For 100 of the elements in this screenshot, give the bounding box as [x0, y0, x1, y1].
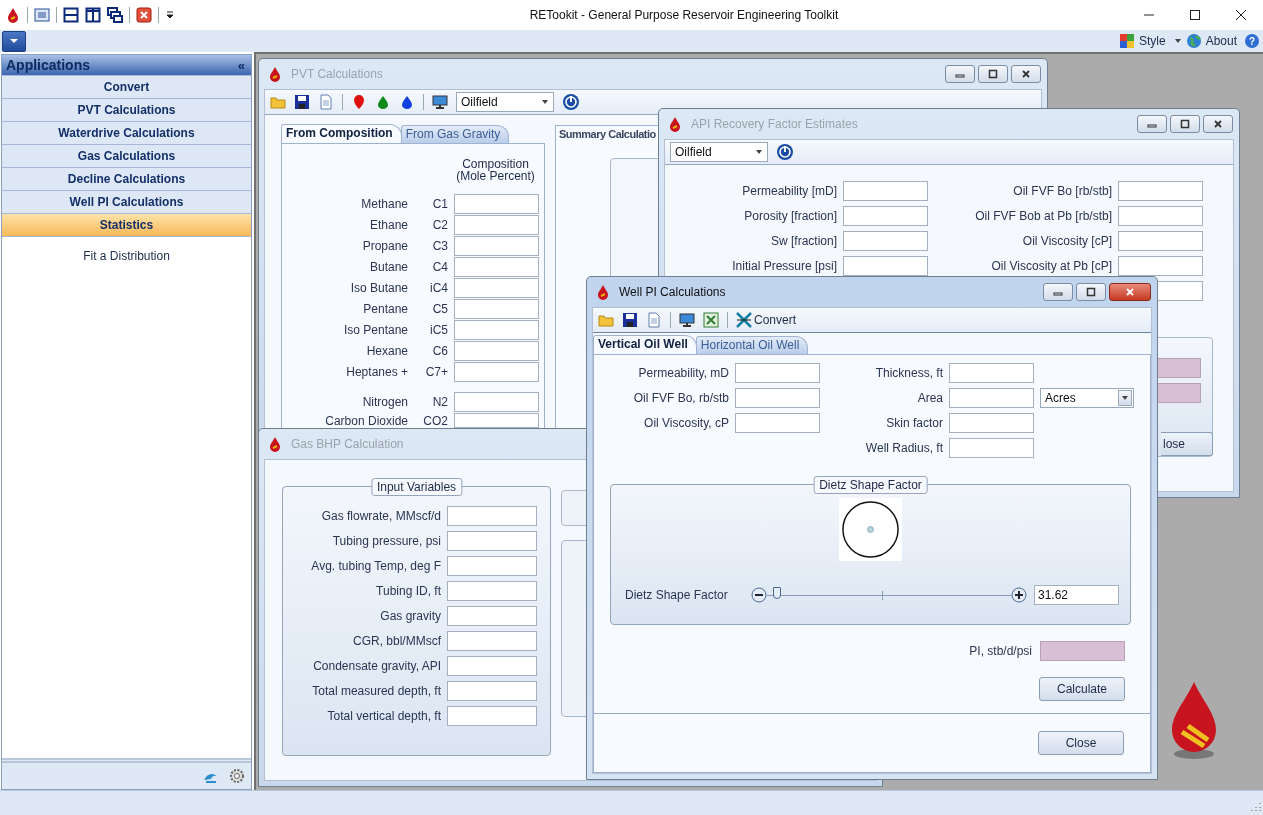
input-field[interactable] — [1118, 181, 1203, 201]
input-field[interactable] — [949, 413, 1034, 433]
input-field[interactable] — [735, 388, 820, 408]
drop-icon[interactable] — [375, 94, 391, 110]
gear-icon[interactable] — [229, 768, 245, 784]
tab[interactable]: From Composition — [281, 124, 402, 143]
slider-thumb[interactable] — [773, 586, 782, 599]
input-field[interactable] — [447, 581, 537, 601]
units-dropdown[interactable]: Oilfield — [670, 142, 768, 162]
folder-icon[interactable] — [270, 94, 286, 110]
drop-icon[interactable] — [399, 94, 415, 110]
style-menu[interactable]: Style — [1138, 34, 1166, 48]
close-button[interactable]: lose — [1161, 432, 1213, 456]
input-field[interactable] — [843, 256, 928, 276]
input-field[interactable] — [1118, 256, 1203, 276]
close-all-icon[interactable] — [136, 7, 152, 23]
window-icon[interactable] — [34, 7, 50, 23]
restore-button[interactable] — [1076, 283, 1106, 301]
document-icon[interactable] — [646, 312, 662, 328]
input-field[interactable] — [949, 363, 1034, 383]
power-icon[interactable] — [562, 93, 580, 111]
save-icon[interactable] — [622, 312, 638, 328]
monitor-icon[interactable] — [432, 94, 448, 110]
power-icon[interactable] — [776, 143, 794, 161]
input-field[interactable] — [454, 320, 539, 340]
input-field[interactable] — [1155, 281, 1203, 301]
convert-button[interactable]: Convert — [736, 312, 797, 328]
close-button[interactable] — [1203, 115, 1233, 133]
resize-grip-icon[interactable] — [1251, 802, 1261, 812]
units-dropdown[interactable]: Oilfield — [456, 92, 554, 112]
sidebar-item[interactable]: PVT Calculations — [2, 98, 251, 121]
restore-button[interactable] — [1170, 115, 1200, 133]
input-field[interactable] — [843, 231, 928, 251]
drop-icon[interactable] — [351, 94, 367, 110]
folder-icon[interactable] — [598, 312, 614, 328]
calculate-button[interactable]: Calculate — [1039, 677, 1125, 701]
input-field[interactable] — [735, 413, 820, 433]
input-field[interactable] — [1118, 231, 1203, 251]
input-field[interactable] — [454, 392, 539, 412]
formula-label: C3 — [431, 239, 448, 253]
input-field[interactable] — [447, 656, 537, 676]
customize-caret-icon[interactable] — [165, 10, 175, 20]
close-icon[interactable] — [1235, 9, 1247, 21]
input-field[interactable] — [735, 363, 820, 383]
window-title: Gas BHP Calculation — [291, 437, 404, 451]
tab[interactable]: Horizontal Oil Well — [695, 336, 809, 354]
input-field[interactable] — [447, 606, 537, 626]
close-button[interactable] — [1011, 65, 1041, 83]
input-field[interactable] — [454, 413, 539, 428]
input-field[interactable] — [447, 681, 537, 701]
close-button[interactable]: Close — [1038, 731, 1124, 755]
sidebar-item[interactable]: Statistics — [2, 213, 251, 236]
area-unit-dropdown[interactable]: Acres — [1040, 388, 1134, 408]
tile-vertical-icon[interactable] — [85, 7, 101, 23]
input-field[interactable] — [447, 556, 537, 576]
document-icon[interactable] — [318, 94, 334, 110]
input-field[interactable] — [454, 362, 539, 382]
minus-button[interactable] — [751, 587, 767, 603]
sidebar-item[interactable]: Decline Calculations — [2, 167, 251, 190]
input-field[interactable] — [447, 506, 537, 526]
close-button[interactable] — [1109, 283, 1151, 301]
input-field[interactable] — [454, 257, 539, 277]
field-label: Tubing pressure, psi — [331, 534, 441, 548]
tab[interactable]: From Gas Gravity — [400, 125, 510, 143]
input-field[interactable] — [447, 631, 537, 651]
application-menu-button[interactable] — [2, 30, 26, 52]
tile-horizontal-icon[interactable] — [63, 7, 79, 23]
input-field[interactable] — [447, 706, 537, 726]
sidebar-item[interactable]: Well PI Calculations — [2, 190, 251, 213]
cascade-icon[interactable] — [107, 7, 123, 23]
maximize-icon[interactable] — [1189, 9, 1201, 21]
input-field[interactable] — [454, 194, 539, 214]
sidebar-item[interactable]: Waterdrive Calculations — [2, 121, 251, 144]
drop-logo-icon — [595, 284, 611, 300]
input-field[interactable] — [949, 388, 1034, 408]
monitor-icon[interactable] — [679, 312, 695, 328]
field-label: Ethane — [368, 218, 408, 232]
input-field[interactable] — [843, 206, 928, 226]
input-field[interactable] — [949, 438, 1034, 458]
input-field[interactable] — [454, 278, 539, 298]
sidebar-item[interactable]: Convert — [2, 75, 251, 98]
input-field[interactable] — [1118, 206, 1203, 226]
about-menu[interactable]: About — [1205, 34, 1237, 48]
collapse-button[interactable]: « — [237, 57, 245, 73]
help-button[interactable]: ? — [1245, 34, 1259, 48]
distribution-link[interactable]: Fit a Distribution — [83, 249, 170, 263]
input-field[interactable] — [843, 181, 928, 201]
input-field[interactable] — [454, 215, 539, 235]
input-field[interactable] — [454, 341, 539, 361]
sidebar-item[interactable]: Gas Calculations — [2, 144, 251, 167]
plus-button[interactable] — [1011, 587, 1027, 603]
input-field[interactable] — [454, 299, 539, 319]
input-field[interactable]: 31.62 — [1034, 585, 1119, 605]
save-icon[interactable] — [294, 94, 310, 110]
restore-button[interactable] — [978, 65, 1008, 83]
input-field[interactable] — [447, 531, 537, 551]
formula-label: C1 — [431, 197, 448, 211]
tab[interactable]: Vertical Oil Well — [593, 335, 697, 354]
input-field[interactable] — [454, 236, 539, 256]
spreadsheet-icon[interactable] — [703, 312, 719, 328]
